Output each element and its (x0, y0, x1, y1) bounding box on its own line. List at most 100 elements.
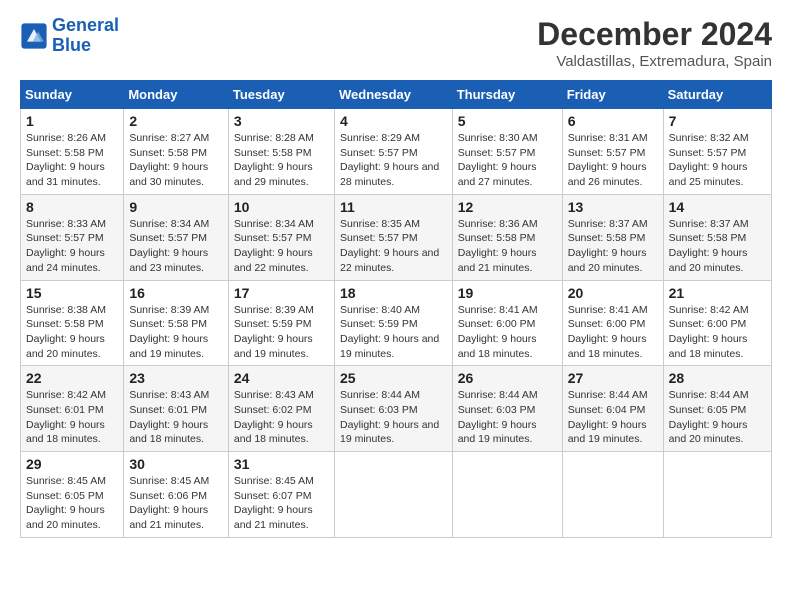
calendar-day-cell: 19 Sunrise: 8:41 AM Sunset: 6:00 PM Dayli… (452, 280, 562, 366)
day-info: Sunrise: 8:44 AM Sunset: 6:04 PM Dayligh… (568, 388, 658, 447)
day-number: 27 (568, 370, 658, 386)
calendar-table: SundayMondayTuesdayWednesdayThursdayFrid… (20, 80, 772, 538)
calendar-day-cell: 3 Sunrise: 8:28 AM Sunset: 5:58 PM Daylig… (228, 109, 334, 195)
day-number: 13 (568, 199, 658, 215)
calendar-day-cell: 4 Sunrise: 8:29 AM Sunset: 5:57 PM Daylig… (334, 109, 452, 195)
calendar-day-cell: 31Sunrise: 8:45 AM Sunset: 6:07 PM Dayli… (228, 452, 334, 538)
logo-line1: General (52, 15, 119, 35)
day-number: 9 (129, 199, 223, 215)
calendar-week-row: 29Sunrise: 8:45 AM Sunset: 6:05 PM Dayli… (21, 452, 772, 538)
weekday-header-row: SundayMondayTuesdayWednesdayThursdayFrid… (21, 81, 772, 109)
day-info: Sunrise: 8:32 AM Sunset: 5:57 PM Dayligh… (669, 131, 766, 190)
calendar-day-cell: 14 Sunrise: 8:37 AM Sunset: 5:58 PM Dayli… (663, 194, 771, 280)
day-number: 3 (234, 113, 329, 129)
logo-line2: Blue (52, 35, 91, 55)
calendar-week-row: 1 Sunrise: 8:26 AM Sunset: 5:58 PM Daylig… (21, 109, 772, 195)
day-number: 6 (568, 113, 658, 129)
calendar-day-cell: 29Sunrise: 8:45 AM Sunset: 6:05 PM Dayli… (21, 452, 124, 538)
day-info: Sunrise: 8:39 AM Sunset: 5:59 PM Dayligh… (234, 303, 329, 362)
day-info: Sunrise: 8:43 AM Sunset: 6:02 PM Dayligh… (234, 388, 329, 447)
day-number: 16 (129, 285, 223, 301)
calendar-day-cell: 24 Sunrise: 8:43 AM Sunset: 6:02 PM Dayli… (228, 366, 334, 452)
day-info: Sunrise: 8:37 AM Sunset: 5:58 PM Dayligh… (568, 217, 658, 276)
day-info: Sunrise: 8:36 AM Sunset: 5:58 PM Dayligh… (458, 217, 557, 276)
calendar-day-cell: 26 Sunrise: 8:44 AM Sunset: 6:03 PM Dayli… (452, 366, 562, 452)
day-number: 20 (568, 285, 658, 301)
day-number: 31 (234, 456, 329, 472)
calendar-day-cell: 2 Sunrise: 8:27 AM Sunset: 5:58 PM Daylig… (124, 109, 229, 195)
day-info: Sunrise: 8:39 AM Sunset: 5:58 PM Dayligh… (129, 303, 223, 362)
weekday-header-cell: Monday (124, 81, 229, 109)
day-info: Sunrise: 8:45 AM Sunset: 6:06 PM Dayligh… (129, 474, 223, 533)
day-info: Sunrise: 8:44 AM Sunset: 6:03 PM Dayligh… (340, 388, 447, 447)
calendar-day-cell: 1 Sunrise: 8:26 AM Sunset: 5:58 PM Daylig… (21, 109, 124, 195)
calendar-day-cell: 8Sunrise: 8:33 AM Sunset: 5:57 PM Daylig… (21, 194, 124, 280)
day-number: 5 (458, 113, 557, 129)
calendar-day-cell: 6Sunrise: 8:31 AM Sunset: 5:57 PM Daylig… (562, 109, 663, 195)
calendar-day-cell: 17 Sunrise: 8:39 AM Sunset: 5:59 PM Dayli… (228, 280, 334, 366)
weekday-header-cell: Sunday (21, 81, 124, 109)
day-info: Sunrise: 8:44 AM Sunset: 6:03 PM Dayligh… (458, 388, 557, 447)
calendar-day-cell: 16 Sunrise: 8:39 AM Sunset: 5:58 PM Dayli… (124, 280, 229, 366)
day-info: Sunrise: 8:42 AM Sunset: 6:00 PM Dayligh… (669, 303, 766, 362)
calendar-week-row: 8Sunrise: 8:33 AM Sunset: 5:57 PM Daylig… (21, 194, 772, 280)
calendar-day-cell (663, 452, 771, 538)
weekday-header-cell: Wednesday (334, 81, 452, 109)
day-number: 23 (129, 370, 223, 386)
day-info: Sunrise: 8:34 AM Sunset: 5:57 PM Dayligh… (129, 217, 223, 276)
calendar-body: 1 Sunrise: 8:26 AM Sunset: 5:58 PM Daylig… (21, 109, 772, 538)
day-info: Sunrise: 8:29 AM Sunset: 5:57 PM Dayligh… (340, 131, 447, 190)
month-title: December 2024 (537, 16, 772, 53)
calendar-day-cell: 30 Sunrise: 8:45 AM Sunset: 6:06 PM Dayli… (124, 452, 229, 538)
day-info: Sunrise: 8:26 AM Sunset: 5:58 PM Dayligh… (26, 131, 118, 190)
day-number: 29 (26, 456, 118, 472)
day-number: 24 (234, 370, 329, 386)
day-number: 28 (669, 370, 766, 386)
weekday-header-cell: Saturday (663, 81, 771, 109)
calendar-day-cell: 25 Sunrise: 8:44 AM Sunset: 6:03 PM Dayli… (334, 366, 452, 452)
calendar-day-cell: 15 Sunrise: 8:38 AM Sunset: 5:58 PM Dayli… (21, 280, 124, 366)
calendar-week-row: 15 Sunrise: 8:38 AM Sunset: 5:58 PM Dayli… (21, 280, 772, 366)
day-info: Sunrise: 8:37 AM Sunset: 5:58 PM Dayligh… (669, 217, 766, 276)
calendar-day-cell: 7 Sunrise: 8:32 AM Sunset: 5:57 PM Daylig… (663, 109, 771, 195)
day-number: 14 (669, 199, 766, 215)
day-number: 2 (129, 113, 223, 129)
calendar-day-cell: 28Sunrise: 8:44 AM Sunset: 6:05 PM Dayli… (663, 366, 771, 452)
calendar-day-cell: 18 Sunrise: 8:40 AM Sunset: 5:59 PM Dayli… (334, 280, 452, 366)
logo: General Blue (20, 16, 119, 56)
day-info: Sunrise: 8:42 AM Sunset: 6:01 PM Dayligh… (26, 388, 118, 447)
calendar-day-cell: 10Sunrise: 8:34 AM Sunset: 5:57 PM Dayli… (228, 194, 334, 280)
day-info: Sunrise: 8:34 AM Sunset: 5:57 PM Dayligh… (234, 217, 329, 276)
calendar-day-cell (562, 452, 663, 538)
calendar-day-cell: 9 Sunrise: 8:34 AM Sunset: 5:57 PM Daylig… (124, 194, 229, 280)
day-number: 17 (234, 285, 329, 301)
day-info: Sunrise: 8:40 AM Sunset: 5:59 PM Dayligh… (340, 303, 447, 362)
day-number: 30 (129, 456, 223, 472)
day-info: Sunrise: 8:28 AM Sunset: 5:58 PM Dayligh… (234, 131, 329, 190)
day-info: Sunrise: 8:33 AM Sunset: 5:57 PM Dayligh… (26, 217, 118, 276)
location-title: Valdastillas, Extremadura, Spain (537, 53, 772, 70)
day-info: Sunrise: 8:27 AM Sunset: 5:58 PM Dayligh… (129, 131, 223, 190)
weekday-header-cell: Friday (562, 81, 663, 109)
day-number: 7 (669, 113, 766, 129)
calendar-day-cell: 27 Sunrise: 8:44 AM Sunset: 6:04 PM Dayli… (562, 366, 663, 452)
day-number: 26 (458, 370, 557, 386)
day-info: Sunrise: 8:43 AM Sunset: 6:01 PM Dayligh… (129, 388, 223, 447)
day-number: 25 (340, 370, 447, 386)
calendar-day-cell: 12Sunrise: 8:36 AM Sunset: 5:58 PM Dayli… (452, 194, 562, 280)
calendar-day-cell: 21Sunrise: 8:42 AM Sunset: 6:00 PM Dayli… (663, 280, 771, 366)
day-info: Sunrise: 8:38 AM Sunset: 5:58 PM Dayligh… (26, 303, 118, 362)
day-number: 15 (26, 285, 118, 301)
day-number: 1 (26, 113, 118, 129)
page-header: General Blue December 2024 Valdastillas,… (20, 16, 772, 70)
day-number: 18 (340, 285, 447, 301)
calendar-day-cell (452, 452, 562, 538)
calendar-day-cell: 22 Sunrise: 8:42 AM Sunset: 6:01 PM Dayli… (21, 366, 124, 452)
weekday-header-cell: Thursday (452, 81, 562, 109)
logo-text: General Blue (52, 16, 119, 56)
calendar-day-cell (334, 452, 452, 538)
day-number: 4 (340, 113, 447, 129)
day-info: Sunrise: 8:41 AM Sunset: 6:00 PM Dayligh… (458, 303, 557, 362)
day-number: 19 (458, 285, 557, 301)
day-number: 22 (26, 370, 118, 386)
